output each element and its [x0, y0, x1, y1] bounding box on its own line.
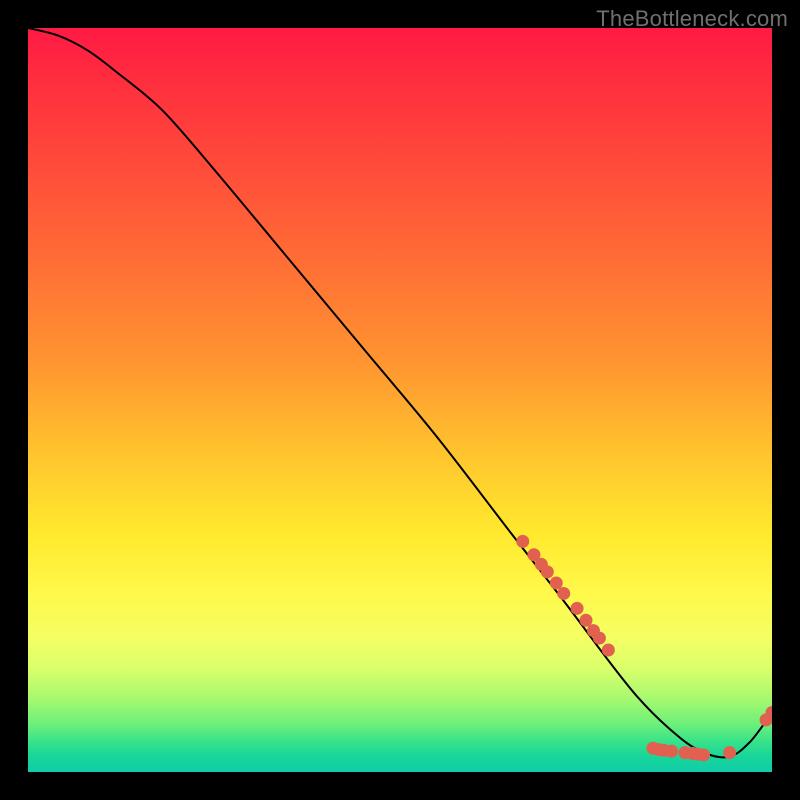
curve-markers — [516, 535, 772, 762]
data-marker — [602, 643, 615, 656]
data-marker — [557, 587, 570, 600]
data-marker — [516, 535, 529, 548]
data-marker — [541, 565, 554, 578]
plot-area — [28, 28, 772, 772]
data-marker — [723, 746, 736, 759]
data-marker — [665, 745, 678, 758]
curve-line — [28, 28, 772, 757]
chart-frame: TheBottleneck.com — [0, 0, 800, 800]
data-marker — [550, 577, 563, 590]
data-marker — [593, 632, 606, 645]
data-marker — [571, 602, 584, 615]
chart-svg — [28, 28, 772, 772]
data-marker — [697, 748, 710, 761]
data-marker — [580, 614, 593, 627]
